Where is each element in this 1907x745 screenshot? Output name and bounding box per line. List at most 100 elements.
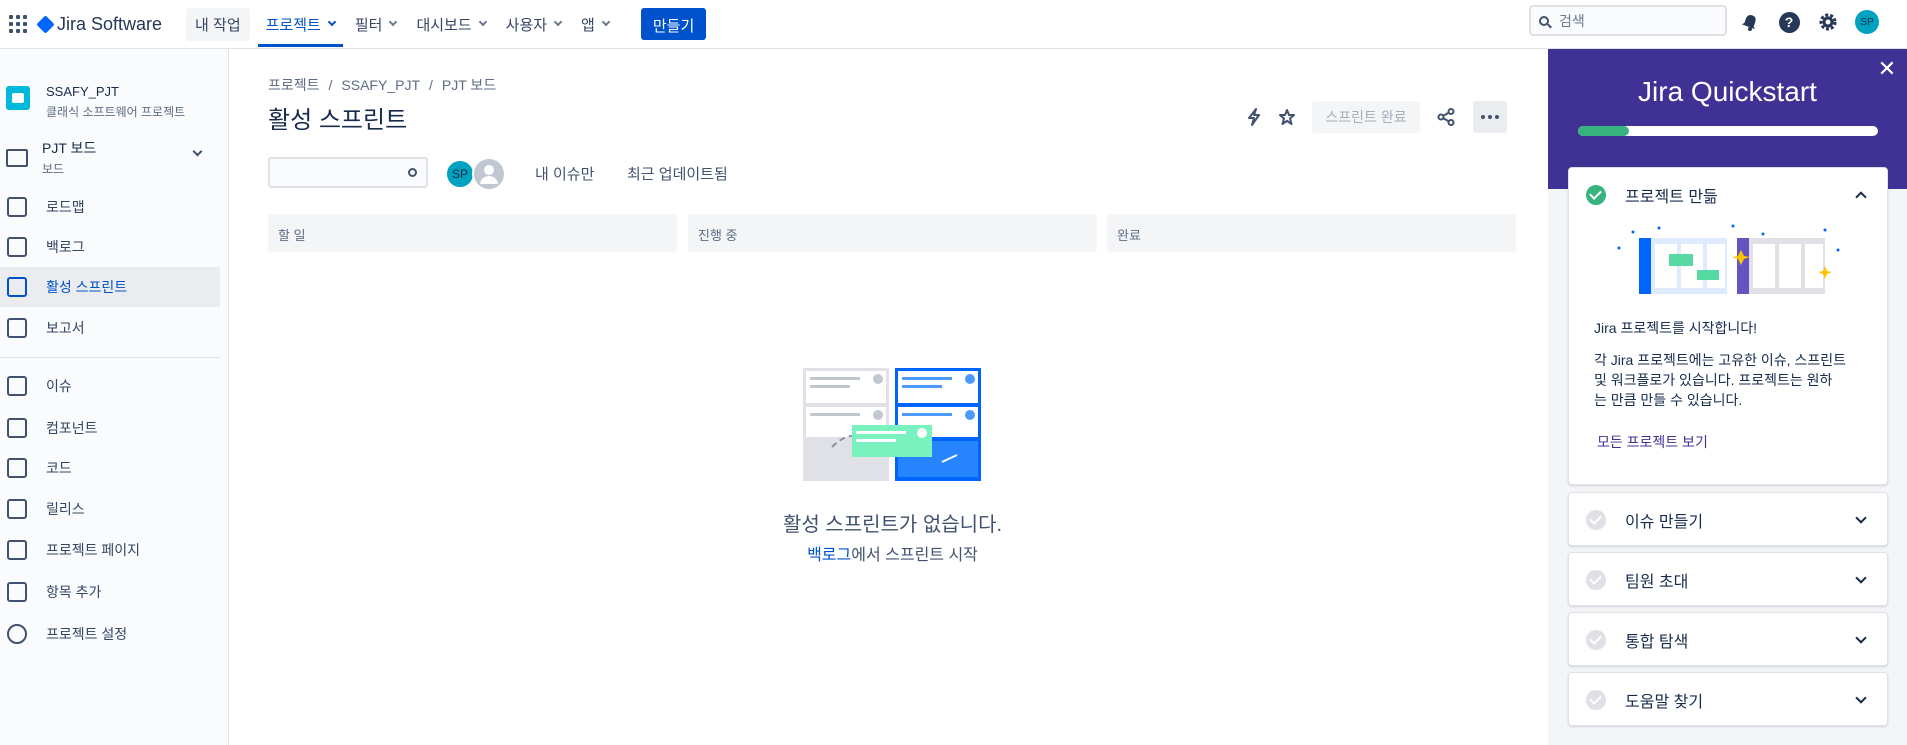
unassigned-avatar-filter[interactable] [472,157,506,191]
nav-dashboards[interactable]: 대시보드 [408,0,493,49]
recently-updated-filter[interactable]: 최근 업데이트됨 [627,163,728,184]
jira-logo[interactable]: Jira Software [36,13,163,35]
chevron-down-icon [1855,692,1867,704]
issues-icon [7,376,27,396]
releases-ship-icon [7,499,27,519]
automation-lightning-icon[interactable] [1242,105,1266,129]
global-search-input[interactable]: 검색 [1529,5,1727,36]
quickstart-progress-fill [1578,126,1629,136]
help-icon[interactable]: ? [1777,10,1801,34]
chevron-down-icon [1855,572,1867,584]
empty-sprint-illustration [802,367,982,482]
sidebar-item-reports[interactable]: 보고서 [0,308,220,348]
sidebar-item-label: 코드 [46,460,72,476]
chevron-down-icon [1855,632,1867,644]
backlog-link[interactable]: 백로그 [807,547,851,564]
board-name: PJT 보드 [42,140,97,156]
quickstart-card-integrations[interactable]: 통합 탐색 [1568,612,1888,666]
sidebar-item-label: 컴포넌트 [46,420,98,436]
search-icon [1539,15,1549,26]
sidebar-item-active-sprint[interactable]: 활성 스프린트 [0,267,220,307]
sidebar-item-label: 로드맵 [46,199,85,215]
chevron-down-icon [1855,512,1867,524]
board-selector[interactable]: PJT 보드 보드 [6,138,211,177]
board-icon [6,148,28,167]
create-button[interactable]: 만들기 [640,8,707,40]
components-icon [7,418,27,438]
sidebar-item-label: 백로그 [46,239,85,255]
sidebar-item-components[interactable]: 컴포넌트 [0,408,220,448]
page-title: 활성 스프린트 [268,107,408,134]
board-search-input[interactable] [268,157,428,188]
quickstart-body-line: 는 만큼 만들 수 있습니다. [1594,392,1743,408]
project-name: SSAFY_PJT [46,84,119,99]
star-icon[interactable] [1275,105,1299,129]
quickstart-step-label: 도움말 찾기 [1625,694,1704,711]
nav-my-work[interactable]: 내 작업 [186,7,250,41]
settings-icon[interactable] [1816,10,1840,34]
breadcrumb-separator: / [328,77,333,93]
check-pending-icon [1586,690,1606,710]
gear-icon [7,624,27,644]
board-type: 보드 [42,162,65,176]
notifications-icon[interactable] [1738,10,1762,34]
breadcrumb-project[interactable]: SSAFY_PJT [341,77,420,93]
check-pending-icon [1586,630,1606,650]
breadcrumb-projects[interactable]: 프로젝트 [268,77,320,93]
profile-avatar[interactable]: SP [1855,10,1879,34]
quickstart-body-line: 각 Jira 프로젝트에는 고유한 이슈, 스프린트 [1594,352,1846,368]
roadmap-icon [7,197,27,217]
nav-apps[interactable]: 앱 [573,0,617,49]
quickstart-card-create-issue[interactable]: 이슈 만들기 [1568,492,1888,546]
breadcrumb: 프로젝트 / SSAFY_PJT / PJT 보드 [268,75,496,95]
sidebar-item-add-item[interactable]: 항목 추가 [0,572,220,612]
quickstart-step-label: 이슈 만들기 [1625,514,1704,531]
chevron-up-icon[interactable] [1855,191,1867,203]
jira-diamond-icon [36,14,55,34]
nav-projects-label: 프로젝트 [265,16,321,34]
quickstart-card-find-help[interactable]: 도움말 찾기 [1568,672,1888,726]
view-all-projects-link[interactable]: 모든 프로젝트 보기 [1597,432,1708,452]
chevron-down-icon [389,17,398,27]
share-icon[interactable] [1434,105,1458,129]
sidebar-item-label: 이슈 [46,378,72,394]
column-todo: 할 일 [268,214,677,252]
assignee-avatar-filter[interactable]: SP [445,159,475,189]
nav-filters[interactable]: 필터 [347,0,405,49]
breadcrumb-board[interactable]: PJT 보드 [442,77,496,93]
sidebar-item-code[interactable]: 코드 [0,448,220,488]
complete-sprint-button[interactable]: 스프린트 완료 [1312,101,1420,133]
chevron-down-icon [601,17,611,27]
column-in-progress: 진행 중 [688,214,1097,252]
quickstart-body-line: 및 워크플로가 있습니다. 프로젝트는 원하 [1594,372,1833,388]
sidebar-item-label: 항목 추가 [46,584,102,600]
check-pending-icon [1586,510,1606,530]
more-dot [1481,115,1485,119]
more-actions-button[interactable] [1473,101,1507,133]
my-issues-filter[interactable]: 내 이슈만 [535,163,594,184]
sidebar-item-issues[interactable]: 이슈 [0,366,220,406]
nav-people[interactable]: 사용자 [498,0,569,49]
project-header[interactable]: SSAFY_PJT 클래식 소프트웨어 프로젝트 [6,84,185,120]
backlog-icon [7,237,27,257]
quickstart-body: 각 Jira 프로젝트에는 고유한 이슈, 스프린트 및 워크플로가 있습니다.… [1594,350,1846,410]
quickstart-card-invite-team[interactable]: 팀원 초대 [1568,552,1888,606]
empty-state-suffix: 에서 스프린트 시작 [851,547,978,564]
sidebar-item-project-settings[interactable]: 프로젝트 설정 [0,614,220,654]
logo-text: Jira Software [57,13,163,34]
sidebar-item-roadmap[interactable]: 로드맵 [0,187,220,227]
quickstart-card-create-project[interactable]: 프로젝트 만듦 Jira 프로젝트를 시작합니다! 각 Jira 프로젝트에는 … [1568,167,1888,485]
sidebar-item-releases[interactable]: 릴리스 [0,489,220,529]
empty-state-title: 활성 스프린트가 없습니다. [782,514,1003,536]
app-switcher-icon[interactable] [9,15,27,33]
project-type: 클래식 소프트웨어 프로젝트 [46,105,186,119]
sidebar-item-label: 활성 스프린트 [46,279,128,295]
sidebar-item-label: 릴리스 [46,501,85,517]
add-item-icon [7,582,27,602]
nav-projects[interactable]: 프로젝트 [257,0,344,49]
page-icon [7,540,27,560]
chevron-down-icon [327,17,337,27]
sidebar-item-project-pages[interactable]: 프로젝트 페이지 [0,530,220,570]
project-illustration [1613,220,1843,303]
sidebar-item-backlog[interactable]: 백로그 [0,227,220,267]
